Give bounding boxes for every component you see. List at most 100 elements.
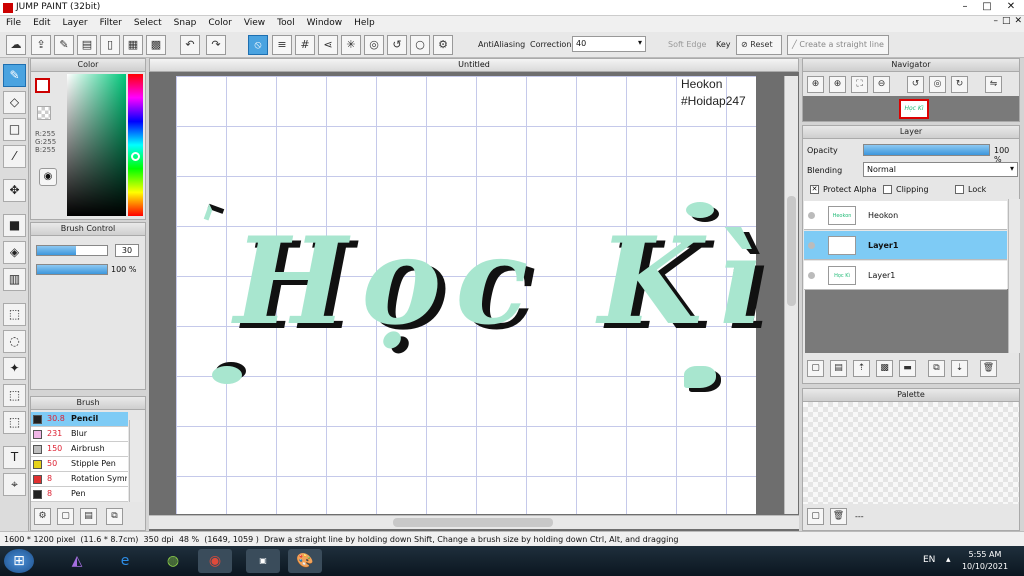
brush-item[interactable]: 50 Stipple Pen: [31, 457, 128, 472]
brush-item[interactable]: 30.8 Pencil: [31, 412, 128, 427]
doc-close-button[interactable]: ✕: [1014, 16, 1022, 26]
new-brush-icon[interactable]: ▢: [57, 508, 74, 525]
layout-icon[interactable]: ▦: [123, 35, 143, 55]
rect-fill-tool-icon[interactable]: ■: [3, 214, 26, 237]
undo-button[interactable]: ↶: [180, 35, 200, 55]
folder-icon[interactable]: ▬: [899, 360, 916, 377]
comment-icon[interactable]: ✎: [54, 35, 74, 55]
transparent-color-swatch[interactable]: [37, 106, 51, 120]
reset-button[interactable]: ⊘ Reset: [736, 35, 782, 55]
eyedropper-tool-icon[interactable]: ⌖: [3, 473, 26, 496]
hue-slider[interactable]: [128, 74, 143, 216]
visibility-icon[interactable]: [808, 242, 815, 249]
maximize-button[interactable]: □: [978, 1, 996, 14]
gradient-tool-icon[interactable]: ▥: [3, 268, 26, 291]
menu-select[interactable]: Select: [128, 16, 168, 32]
select-pen-tool-icon[interactable]: ⬚: [3, 384, 26, 407]
doc-maximize-button[interactable]: □: [1002, 16, 1011, 26]
fit-window-icon[interactable]: ⛶: [851, 76, 868, 93]
clipping-checkbox[interactable]: [883, 185, 892, 194]
new-vector-layer-icon[interactable]: ▤: [830, 360, 847, 377]
brush-opacity-slider[interactable]: [36, 264, 108, 275]
curve-snap-icon[interactable]: ↺: [387, 35, 407, 55]
brush-menu-icon[interactable]: ▤: [80, 508, 97, 525]
chrome-icon[interactable]: ◉: [198, 549, 232, 573]
snap-off-icon[interactable]: ⦸: [248, 35, 268, 55]
select-eraser-tool-icon[interactable]: ⬚: [3, 411, 26, 434]
duplicate-layer-icon[interactable]: ⧉: [928, 360, 945, 377]
canvas-tab[interactable]: Untitled: [149, 58, 799, 72]
pen-tool-icon[interactable]: ✎: [3, 64, 26, 87]
minimize-button[interactable]: –: [956, 1, 974, 14]
visibility-icon[interactable]: [808, 212, 815, 219]
internet-explorer-icon[interactable]: e: [108, 549, 142, 573]
bucket-tool-icon[interactable]: ◈: [3, 241, 26, 264]
primary-color-swatch[interactable]: [35, 78, 50, 93]
brush-item[interactable]: 8 Rotation Symmetry: [31, 472, 128, 487]
grid-settings-icon[interactable]: ▩: [146, 35, 166, 55]
menu-help[interactable]: Help: [348, 16, 381, 32]
flip-icon[interactable]: ⇋: [985, 76, 1002, 93]
blending-select[interactable]: Normal ▾: [863, 162, 1018, 177]
doc-minimize-button[interactable]: –: [993, 16, 998, 26]
message-icon[interactable]: ▤: [77, 35, 97, 55]
lasso-tool-icon[interactable]: ◌: [3, 330, 26, 353]
palette-icon[interactable]: ◉: [39, 168, 57, 186]
language-indicator[interactable]: EN: [923, 555, 935, 565]
clock[interactable]: 5:55 AM 10/10/2021: [960, 549, 1010, 573]
new-palette-icon[interactable]: ▢: [807, 508, 824, 525]
canvas-vertical-scrollbar[interactable]: [784, 76, 798, 514]
create-straight-line-button[interactable]: ╱ Create a straight line: [787, 35, 889, 55]
brush-item[interactable]: 8 Pen: [31, 487, 128, 502]
menu-color[interactable]: Color: [202, 16, 238, 32]
correction-select[interactable]: 40 ▾: [572, 36, 646, 52]
menu-filter[interactable]: Filter: [94, 16, 128, 32]
merge-layer-icon[interactable]: ⇣: [951, 360, 968, 377]
coccoc-icon[interactable]: ◍: [156, 549, 190, 573]
tray-arrow-icon[interactable]: ▴: [946, 555, 951, 565]
brush-size-slider[interactable]: [36, 245, 108, 256]
menu-window[interactable]: Window: [301, 16, 349, 32]
protect-alpha-checkbox[interactable]: ✕: [810, 185, 819, 194]
brush-settings-icon[interactable]: ⚙: [34, 508, 51, 525]
layer-row[interactable]: Học Kì Layer1: [804, 261, 1007, 290]
export-icon[interactable]: ⇪: [31, 35, 51, 55]
concentric-snap-icon[interactable]: ◎: [364, 35, 384, 55]
circle-snap-icon[interactable]: ○: [410, 35, 430, 55]
layer-tone-icon[interactable]: ▩: [876, 360, 893, 377]
delete-palette-icon[interactable]: 🗑: [830, 508, 847, 525]
brush-copy-icon[interactable]: ⧉: [106, 508, 123, 525]
menu-tool[interactable]: Tool: [271, 16, 300, 32]
canvas-horizontal-scrollbar[interactable]: [149, 515, 799, 529]
zoom-out-icon[interactable]: ⊖: [873, 76, 890, 93]
menu-edit[interactable]: Edit: [27, 16, 56, 32]
new-layer-icon[interactable]: ▢: [807, 360, 824, 377]
visual-studio-icon[interactable]: ◭: [60, 549, 94, 573]
hue-handle[interactable]: [131, 152, 140, 161]
parallel-lines-snap-icon[interactable]: ≡: [272, 35, 292, 55]
close-button[interactable]: ✕: [1002, 1, 1020, 14]
brush-item[interactable]: 150 Airbrush: [31, 442, 128, 457]
menu-file[interactable]: File: [0, 16, 27, 32]
document-icon[interactable]: ▯: [100, 35, 120, 55]
rotate-reset-icon[interactable]: ◎: [929, 76, 946, 93]
text-tool-icon[interactable]: T: [3, 446, 26, 469]
eraser-tool-icon[interactable]: ◇: [3, 91, 26, 114]
rotate-left-icon[interactable]: ↺: [907, 76, 924, 93]
zoom-in-icon[interactable]: ⊕: [829, 76, 846, 93]
radial-snap-icon[interactable]: ✳: [341, 35, 361, 55]
perspective-snap-icon[interactable]: ⋖: [318, 35, 338, 55]
menu-snap[interactable]: Snap: [168, 16, 203, 32]
lock-checkbox[interactable]: [955, 185, 964, 194]
layer-opacity-slider[interactable]: [863, 144, 990, 156]
saturation-value-picker[interactable]: [67, 74, 126, 216]
layer-row[interactable]: Heokon #Hoidap247 Heokon: [804, 201, 1007, 237]
visibility-icon[interactable]: [808, 272, 815, 279]
menu-layer[interactable]: Layer: [57, 16, 94, 32]
start-button[interactable]: ⊞: [4, 549, 34, 573]
snap-settings-icon[interactable]: ⚙: [433, 35, 453, 55]
delete-layer-icon[interactable]: 🗑: [980, 360, 997, 377]
jump-paint-icon[interactable]: ▣: [246, 549, 280, 573]
navigator-thumbnail[interactable]: Học Kì: [899, 99, 929, 119]
brush-item[interactable]: 231 Blur: [31, 427, 128, 442]
